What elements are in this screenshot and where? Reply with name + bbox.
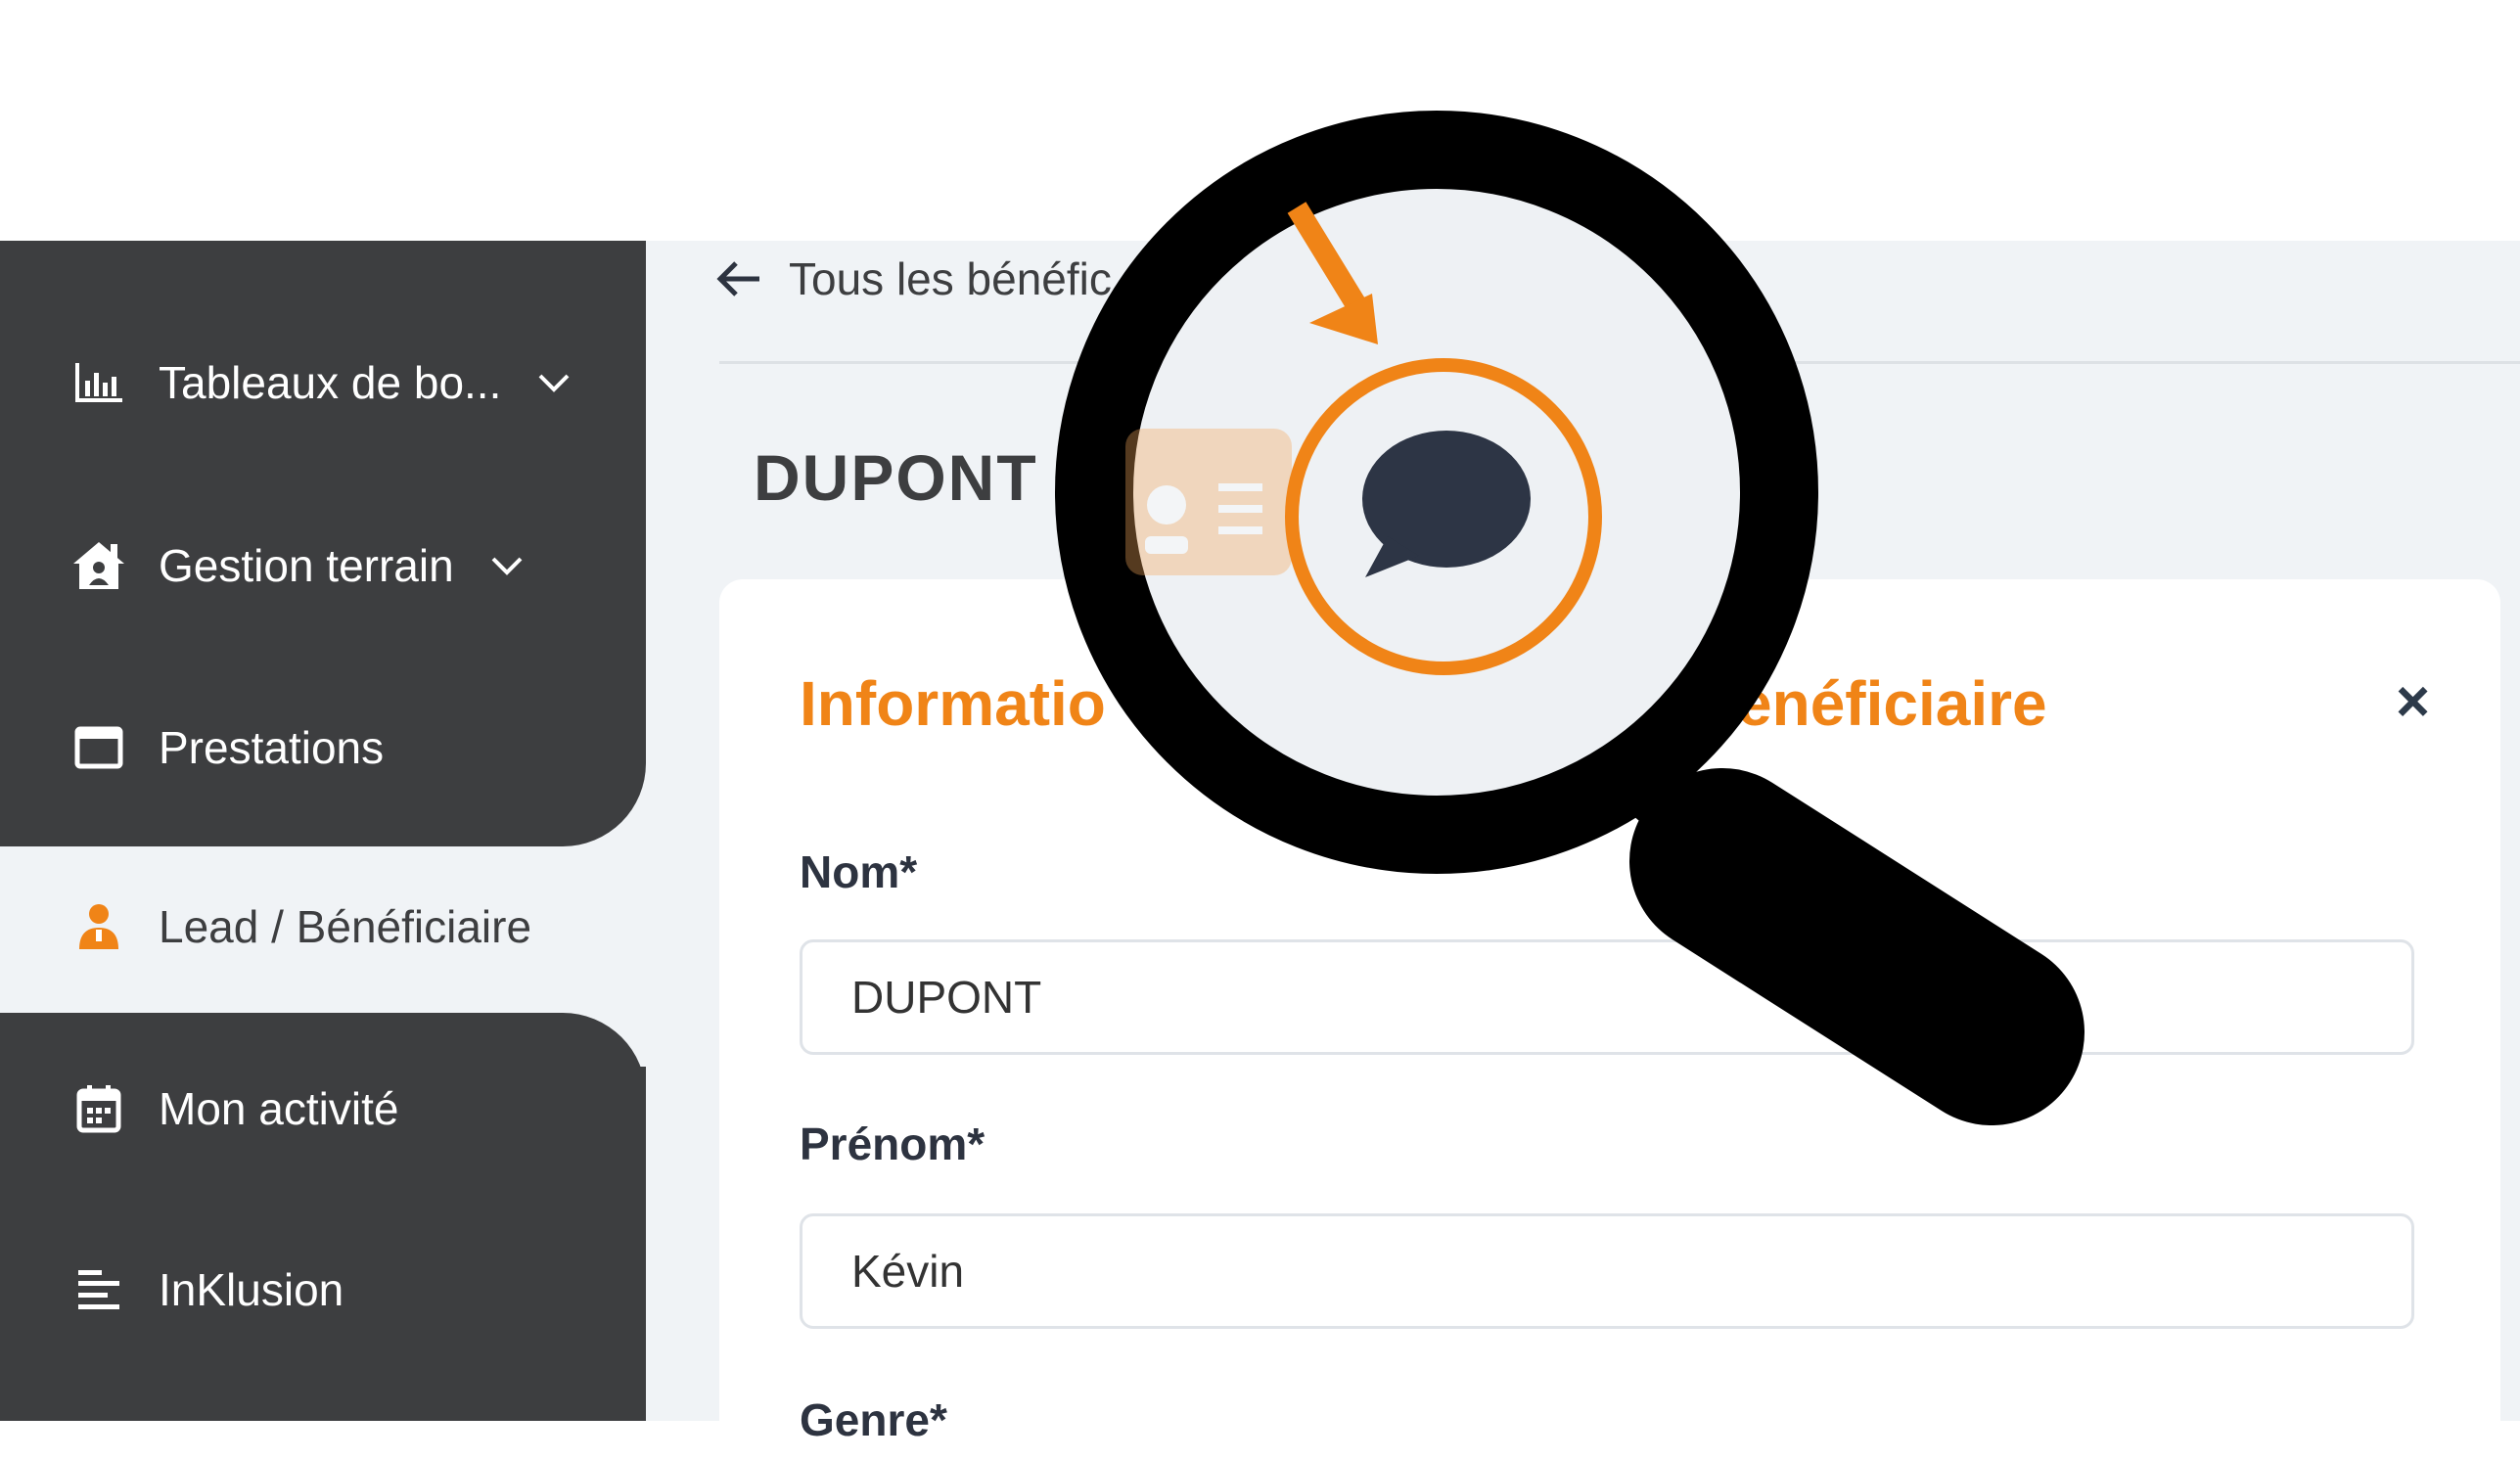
prenom-label: Prénom* — [800, 1118, 985, 1169]
nom-field[interactable]: DUPONT — [800, 939, 2414, 1055]
sidebar-item-label: Gestion terrain — [159, 540, 454, 591]
card-title-right: énéficiaire — [1737, 668, 2047, 739]
sidebar-item-label: Prestations — [159, 722, 385, 773]
arrow-left-icon — [716, 261, 759, 297]
sidebar-item-label: InKlusion — [159, 1264, 344, 1315]
header-divider — [719, 361, 2520, 364]
page-title: DUPONT — [754, 441, 1038, 514]
back-link[interactable]: Tous les bénéfic — [714, 250, 1112, 308]
sidebar-item-label: Lead / Bénéficiaire — [159, 901, 532, 952]
close-button[interactable]: × — [2396, 667, 2430, 735]
beneficiary-info-card: Informatio énéficiaire × Nom* DUPONT Pré… — [719, 579, 2500, 1460]
sidebar-item-inklusion[interactable]: InKlusion — [70, 1255, 344, 1324]
chevron-down-icon[interactable] — [489, 548, 525, 583]
nom-label: Nom* — [800, 846, 918, 897]
sidebar-item-tableaux[interactable]: Tableaux de bo... — [70, 348, 572, 417]
card-title-left: Informatio — [800, 668, 1106, 739]
back-link-label: Tous les bénéfic — [789, 253, 1112, 304]
sidebar-item-label: Mon activité — [159, 1083, 399, 1134]
window-icon — [70, 719, 127, 776]
sidebar-item-prestations[interactable]: Prestations — [70, 713, 384, 782]
person-icon — [70, 898, 127, 955]
align-left-icon — [70, 1261, 127, 1318]
sidebar-item-label: Tableaux de bo... — [159, 357, 502, 408]
chevron-down-icon[interactable] — [536, 365, 572, 400]
house-user-icon — [70, 537, 127, 594]
sidebar-item-gestion-terrain[interactable]: Gestion terrain — [70, 531, 525, 600]
prenom-field[interactable]: Kévin — [800, 1213, 2414, 1329]
bar-chart-icon — [70, 354, 127, 411]
genre-label: Genre* — [800, 1394, 947, 1445]
sidebar-item-mon-activite[interactable]: Mon activité — [70, 1074, 398, 1143]
sidebar-item-lead-beneficiaire[interactable]: Lead / Bénéficiaire — [70, 892, 531, 961]
calendar-icon — [70, 1080, 127, 1137]
